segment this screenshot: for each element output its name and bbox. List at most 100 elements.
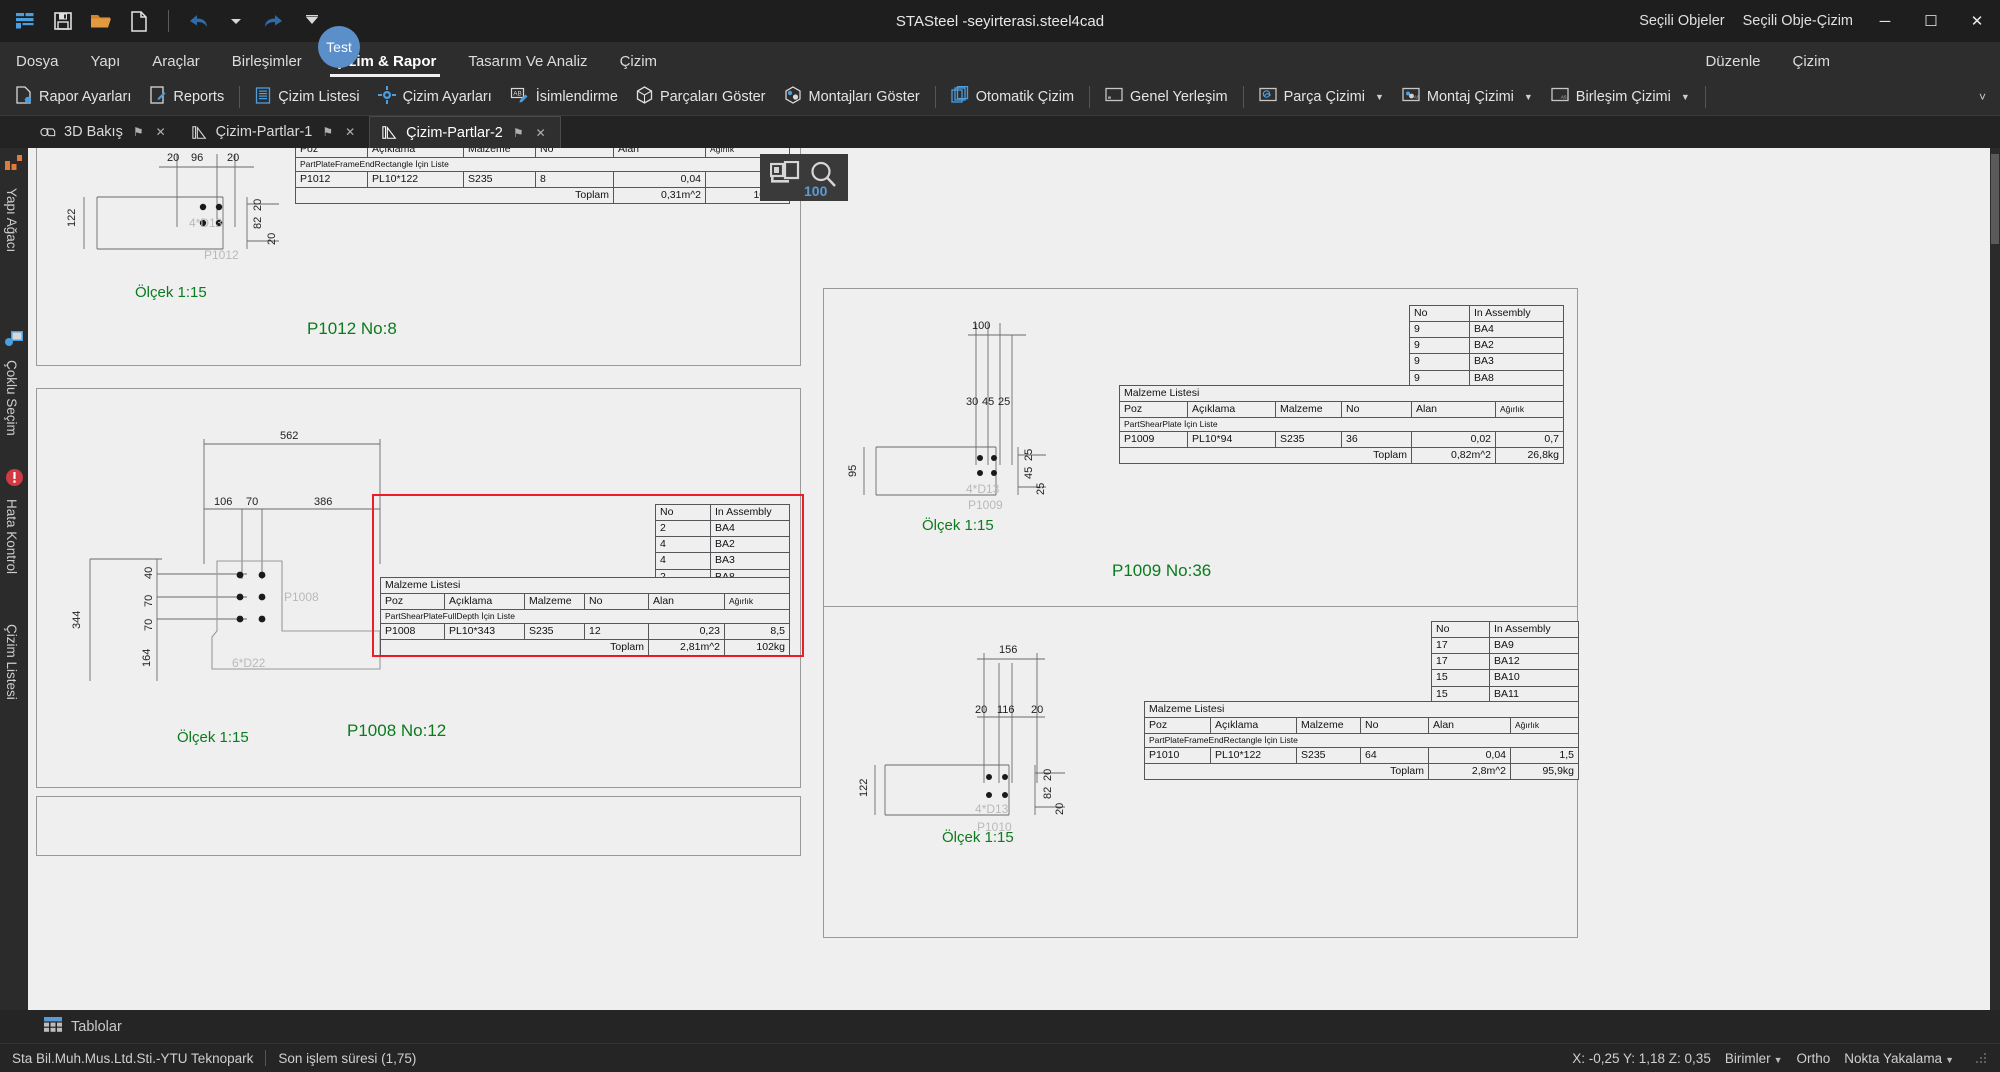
selected-objects-label[interactable]: Seçili Objeler [1630, 13, 1733, 29]
menu-item-birlesimler[interactable]: Birleşimler [216, 53, 318, 79]
ribbon-reports[interactable]: Reports [140, 82, 233, 112]
menu-item-araclar[interactable]: Araçlar [136, 53, 216, 79]
col-no: No [1342, 402, 1412, 418]
table-row[interactable]: P1010 PL10*122 S235 64 0,04 1,5 [1145, 747, 1579, 763]
zoom-fit-icon[interactable] [770, 161, 800, 194]
p1008-scale-label: Ölçek 1:15 [177, 729, 249, 746]
tab-3d-bakis[interactable]: 3D Bakış ⚑ ✕ [28, 116, 180, 148]
chevron-down-icon[interactable]: ▼ [1524, 92, 1533, 102]
menu-item-yapi[interactable]: Yapı [75, 53, 137, 79]
tab-close-icon[interactable]: ✕ [343, 125, 357, 139]
ribbon-montajlari-goster[interactable]: Montajları Göster [775, 82, 929, 112]
tab-cizim-partlar-2[interactable]: Çizim-Partlar-2 ⚑ ✕ [369, 116, 561, 148]
cell-no: 9 [1410, 354, 1470, 370]
sidebar-item-coklu-secim[interactable]: Çoklu Seçim [4, 354, 19, 442]
p1012-material-table[interactable]: Poz Açıklama Malzeme No Alan Ağırlık Par… [295, 148, 790, 204]
p1008-drawing: 562 106 70 386 344 164 40 70 70 P1008 6*… [62, 419, 407, 719]
sheet-p1010[interactable]: 156 20 116 20 122 20 82 20 4*D13 P1010 Ö… [823, 606, 1578, 938]
sheet-p1012[interactable]: 20 96 20 122 20 82 20 4*D13 P1012 Ölçek … [36, 148, 801, 366]
tab-pin-icon[interactable]: ⚑ [131, 125, 146, 139]
ribbon-otomatik-cizim[interactable]: Otomatik Çizim [942, 82, 1083, 112]
tables-label[interactable]: Tablolar [71, 1019, 122, 1035]
chevron-down-icon[interactable]: ▼ [1681, 92, 1690, 102]
chevron-down-icon[interactable]: ▼ [1945, 1055, 1954, 1065]
tab-pin-icon[interactable]: ⚑ [511, 126, 526, 140]
assembly-row: 9BA8 [1410, 370, 1564, 386]
cell-aciklama: PL10*343 [445, 623, 525, 639]
tab-cizim-partlar-1[interactable]: Çizim-Partlar-1 ⚑ ✕ [180, 116, 370, 148]
p1010-material-table[interactable]: Malzeme Listesi Poz Açıklama Malzeme No … [1144, 701, 1579, 780]
save-icon[interactable] [46, 4, 80, 38]
ribbon-cizim-listesi[interactable]: Çizim Listesi [246, 82, 368, 112]
undo-icon[interactable] [181, 4, 215, 38]
ribbon-cizim-ayarlari[interactable]: Çizim Ayarları [369, 82, 501, 112]
zoom-widget[interactable]: 100 [760, 154, 848, 201]
new-file-icon[interactable] [122, 4, 156, 38]
tab-close-icon[interactable]: ✕ [534, 126, 548, 140]
menu-item-cizim-right[interactable]: Çizim [1777, 53, 2000, 79]
drawing-canvas[interactable]: 20 96 20 122 20 82 20 4*D13 P1012 Ölçek … [28, 148, 2000, 1010]
sidebar-item-hata-kontrol[interactable]: Hata Kontrol [4, 493, 19, 580]
list-subtitle: PartPlateFrameEndRectangle İçin Liste [296, 158, 790, 172]
p1009-drawing: 100 30 45 25 95 25 45 25 4*D13 P1009 [836, 305, 1106, 535]
redo-icon[interactable] [257, 4, 291, 38]
ribbon-expand-icon[interactable]: ˅ [1965, 90, 2000, 104]
p1008-material-table[interactable]: Malzeme Listesi Poz Açıklama Malzeme No … [380, 577, 790, 656]
ortho-toggle[interactable]: Ortho [1797, 1051, 1831, 1066]
selected-object-drawing-label[interactable]: Seçili Obje-Çizim [1734, 13, 1862, 29]
chevron-down-icon[interactable]: ▼ [1774, 1055, 1783, 1065]
reports-icon [149, 86, 166, 108]
snap-selector[interactable]: Nokta Yakalama▼ [1844, 1051, 1954, 1066]
part-tag-label: P1009 [968, 498, 1003, 512]
p1010-scale-label: Ölçek 1:15 [942, 829, 1014, 846]
menu-item-tasarim-ve-analiz[interactable]: Tasarım Ve Analiz [452, 53, 603, 79]
col-no: No [1361, 718, 1429, 734]
sidebar-item-yapi-agaci[interactable]: Yapı Ağacı [4, 182, 19, 258]
ribbon-isimlendirme[interactable]: AB İsimlendirme [501, 82, 627, 112]
close-button[interactable]: ✕ [1954, 0, 2000, 42]
maximize-button[interactable]: ☐ [1908, 0, 1954, 42]
test-user-badge[interactable]: Test [318, 26, 360, 68]
menu-item-cizim[interactable]: Çizim [604, 53, 674, 79]
app-menu-icon[interactable] [8, 4, 42, 38]
p1009-assembly-table[interactable]: No In Assembly 9BA4 9BA2 9BA3 9BA8 [1409, 305, 1564, 387]
dim-mid-1: 106 [214, 496, 232, 508]
cell-no: 4 [656, 553, 711, 569]
undo-dropdown-icon[interactable] [219, 4, 253, 38]
scrollbar-thumb[interactable] [1991, 154, 1999, 244]
sheet-p1008[interactable]: 562 106 70 386 344 164 40 70 70 P1008 6*… [36, 388, 801, 788]
hole-tag-label: 6*D22 [232, 656, 266, 670]
dim-left-1: 344 [71, 611, 83, 629]
units-label: Birimler [1725, 1051, 1771, 1066]
tab-close-icon[interactable]: ✕ [154, 125, 168, 139]
canvas-vertical-scrollbar[interactable] [1990, 148, 2000, 1010]
p1009-material-table[interactable]: Malzeme Listesi Poz Açıklama Malzeme No … [1119, 385, 1564, 464]
ribbon-montaj-cizimi[interactable]: AS Montaj Çizimi ▼ [1393, 82, 1542, 112]
ribbon-parcalari-goster[interactable]: Parçaları Göster [627, 82, 775, 112]
dim-mid-3: 386 [314, 496, 332, 508]
p1008-assembly-table[interactable]: No In Assembly 2BA4 4BA2 4BA3 2BA8 [655, 504, 790, 586]
units-selector[interactable]: Birimler▼ [1725, 1051, 1783, 1066]
assembly-row: 15BA11 [1432, 686, 1579, 702]
ribbon-genel-yerlesim[interactable]: Genel Yerleşim [1096, 82, 1237, 112]
open-folder-icon[interactable] [84, 4, 118, 38]
sidebar-item-cizim-listesi[interactable]: Çizim Listesi [4, 618, 19, 706]
resize-grip-icon[interactable] [1976, 1052, 1988, 1064]
cell-assembly: BA8 [1470, 370, 1564, 386]
chevron-down-icon[interactable]: ▼ [1375, 92, 1384, 102]
ribbon-rapor-ayarlari[interactable]: Rapor Ayarları [6, 82, 140, 112]
menu-item-duzenle[interactable]: Düzenle [1689, 53, 1776, 79]
table-row[interactable]: P1008 PL10*343 S235 12 0,23 8,5 [381, 623, 790, 639]
table-row[interactable]: P1009 PL10*94 S235 36 0,02 0,7 [1120, 431, 1564, 447]
cell-assembly: BA2 [1470, 338, 1564, 354]
ribbon-parca-cizimi[interactable]: Parça Çizimi ▼ [1250, 82, 1393, 112]
menu-item-dosya[interactable]: Dosya [0, 53, 75, 79]
sheet-p1009[interactable]: 100 30 45 25 95 25 45 25 4*D13 P1009 Ölç… [823, 288, 1578, 608]
table-total-row: Toplam 2,8m^2 95,9kg [1145, 764, 1579, 780]
ribbon-birlesim-cizimi[interactable]: AS Birleşim Çizimi ▼ [1542, 82, 1699, 112]
p1010-assembly-table[interactable]: No In Assembly 17BA9 17BA12 15BA10 15BA1… [1431, 621, 1579, 703]
tab-label: Çizim-Partlar-2 [406, 125, 503, 141]
minimize-button[interactable]: ─ [1862, 0, 1908, 42]
table-row[interactable]: P1012 PL10*122 S235 8 0,04 1,3 [296, 171, 790, 187]
tab-pin-icon[interactable]: ⚑ [320, 125, 335, 139]
